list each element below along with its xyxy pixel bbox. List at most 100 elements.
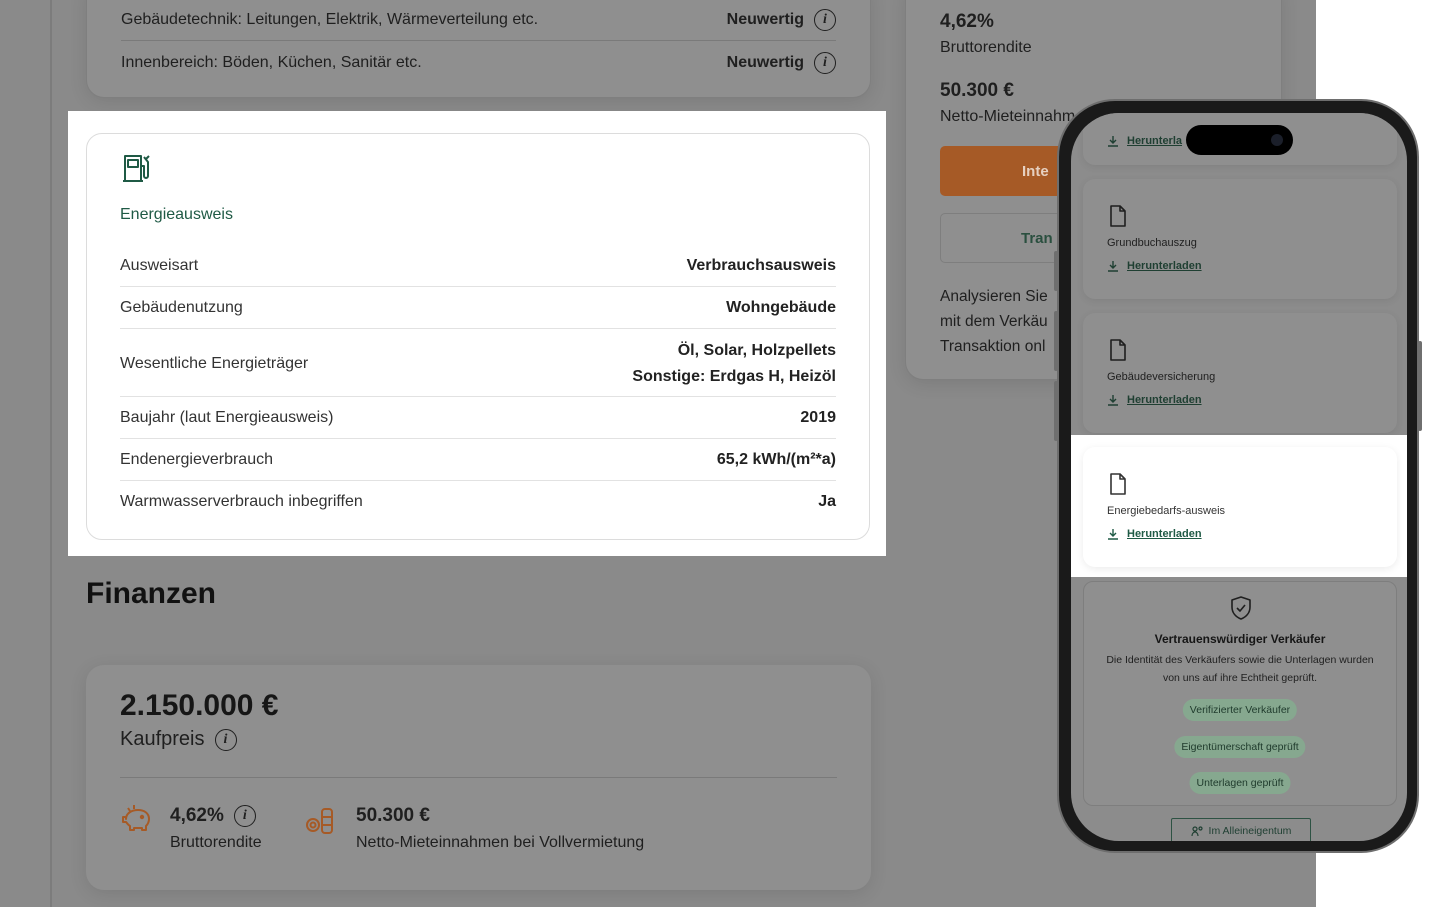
purchase-price-label-text: Kaufpreis [120,728,205,750]
energy-row-value: Ja [818,493,836,510]
download-link[interactable]: Herunterla [1107,135,1182,147]
energy-row-value: Öl, Solar, Holzpellets Sonstige: Erdgas … [632,338,836,390]
detail-row-value-text: Neuwertig [726,53,804,71]
detail-row-label: Innenbereich: Böden, Küchen, Sanitär etc… [121,53,422,71]
rent-label: Netto-Mieteinnahm [940,108,1076,125]
detail-row-value: Neuwertig i [726,51,836,74]
trusted-seller-card: Vertrauenswürdiger Verkäufer Die Identit… [1083,581,1397,806]
row-divider [120,777,837,778]
energy-row-label: Wesentliche Energieträger [120,355,309,372]
sole-ownership-button[interactable]: Im Alleineigentum [1171,818,1311,841]
download-link-text: Herunterladen [1127,528,1202,540]
download-icon [1108,261,1118,272]
detail-row-interior: Innenbereich: Böden, Küchen, Sanitär etc… [121,41,836,84]
purchase-price-label: Kaufpreis i [120,728,237,751]
document-icon [1110,205,1126,227]
gross-yield-value: 4,62% i [170,805,256,827]
shield-check-icon [1231,596,1251,620]
gross-yield-label: Bruttorendite [170,834,262,851]
piggy-bank-icon [122,805,150,831]
download-link-text: Herunterladen [1127,260,1202,272]
phone-side-button [1054,381,1058,441]
energy-row-value: 65,2 kWh/(m²*a) [716,451,836,468]
finance-card: 2.150.000 € Kaufpreis i 4,62% i Bruttore… [86,665,871,890]
dynamic-island [1186,125,1293,155]
row-divider [120,438,836,439]
detail-row-label: Gebäudetechnik: Leitungen, Elektrik, Wär… [121,10,539,28]
energy-row-value-line: Öl, Solar, Holzpellets [677,342,836,359]
fuel-pump-icon [123,155,150,182]
info-icon[interactable]: i [814,51,836,74]
badge-ownership-verified: Eigentümerschaft geprüft [1174,736,1306,758]
row-divider [120,286,836,287]
info-icon[interactable]: i [814,8,836,31]
energy-document-highlight: Energiebedarfs-ausweis Herunterladen [1071,435,1407,577]
gross-yield-value-text: 4,62% [170,805,224,826]
net-rent-label: Netto-Mieteinnahmen bei Vollvermietung [356,834,645,851]
purchase-price: 2.150.000 € [120,689,279,722]
energy-certificate-card: Energieausweis Ausweisart Verbrauchsausw… [86,133,870,540]
trusted-seller-title: Vertrauenswürdiger Verkäufer [1154,632,1326,646]
detail-row-value-text: Neuwertig [726,10,804,28]
row-divider [120,396,836,397]
energy-card-title: Energieausweis [120,206,233,223]
energy-row-label: Endenergieverbrauch [120,451,273,468]
phone-side-button [1054,311,1058,371]
download-link[interactable]: Herunterladen [1107,528,1202,540]
energy-row-value: 2019 [800,409,836,426]
finance-heading: Finanzen [86,577,217,610]
download-icon [1108,136,1118,147]
yield-label: Bruttorendite [940,39,1032,56]
download-icon [1108,529,1118,540]
energy-row-label: Baujahr (laut Energieausweis) [120,409,334,426]
phone-side-button [1054,251,1058,291]
left-divider [50,0,52,907]
download-link-text: Herunterla [1127,135,1183,147]
trusted-seller-text: Die Identität des Verkäufers sowie die U… [1106,654,1374,684]
sole-ownership-label: Im Alleineigentum [1208,825,1292,837]
document-icon [1110,339,1126,361]
document-title: Energiebedarfs-ausweis [1107,505,1226,517]
download-link-text: Herunterladen [1127,394,1202,406]
detail-row-value: Neuwertig i [726,8,836,31]
download-icon [1108,395,1118,406]
phone-screen: Herunterla Grundbuchauszug Herunterladen… [1071,113,1407,841]
document-title: Grundbuchauszug [1107,237,1197,249]
document-card-energy-certificate: Energiebedarfs-ausweis Herunterladen [1083,447,1397,567]
detail-row-building-tech: Gebäudetechnik: Leitungen, Elektrik, Wär… [121,0,836,41]
energy-row-value: Wohngebäude [726,299,836,316]
download-link[interactable]: Herunterladen [1107,260,1202,272]
yield-value: 4,62% [940,11,994,32]
energy-row-energy-sources: Wesentliche Energieträger Öl, Solar, Hol… [120,336,836,392]
coins-icon [306,808,333,834]
energy-row-building-use: Gebäudenutzung Wohngebäude [120,294,836,322]
energy-row-label: Warmwasserverbrauch inbegriffen [120,493,363,510]
phone-mockup: Herunterla Grundbuchauszug Herunterladen… [1054,99,1422,853]
document-title: Gebäudeversicherung [1107,371,1216,383]
badge-documents-verified: Unterlagen geprüft [1189,772,1291,794]
rent-value: 50.300 € [940,80,1014,101]
info-icon[interactable]: i [233,805,256,827]
download-link[interactable]: Herunterladen [1107,394,1202,406]
net-rent-value: 50.300 € [356,805,430,826]
energy-row-construction-year: Baujahr (laut Energieausweis) 2019 [120,404,836,432]
document-icon [1110,473,1126,495]
info-icon[interactable]: i [214,728,237,751]
document-card-building-insurance: Gebäudeversicherung Herunterladen [1083,313,1397,433]
building-condition-card: Gebäudetechnik: Leitungen, Elektrik, Wär… [86,0,871,98]
badge-verified-seller: Verifizierter Verkäufer [1182,699,1298,721]
document-card-land-register: Grundbuchauszug Herunterladen [1083,179,1397,299]
phone-power-button [1418,341,1422,431]
energy-row-value: Verbrauchsausweis [686,257,836,274]
energy-row-final-energy: Endenergieverbrauch 65,2 kWh/(m²*a) [120,446,836,474]
row-divider [120,480,836,481]
energy-highlight-panel: Energieausweis Ausweisart Verbrauchsausw… [68,111,886,556]
energy-row-hot-water: Warmwasserverbrauch inbegriffen Ja [120,488,836,516]
energy-row-value-line: Sonstige: Erdgas H, Heizöl [632,368,836,385]
person-key-icon [1190,825,1203,836]
energy-row-label: Gebäudenutzung [120,299,243,316]
row-divider [120,328,836,329]
camera-lens [1271,134,1283,146]
energy-row-label: Ausweisart [120,257,199,274]
energy-row-certificate-type: Ausweisart Verbrauchsausweis [120,252,836,280]
